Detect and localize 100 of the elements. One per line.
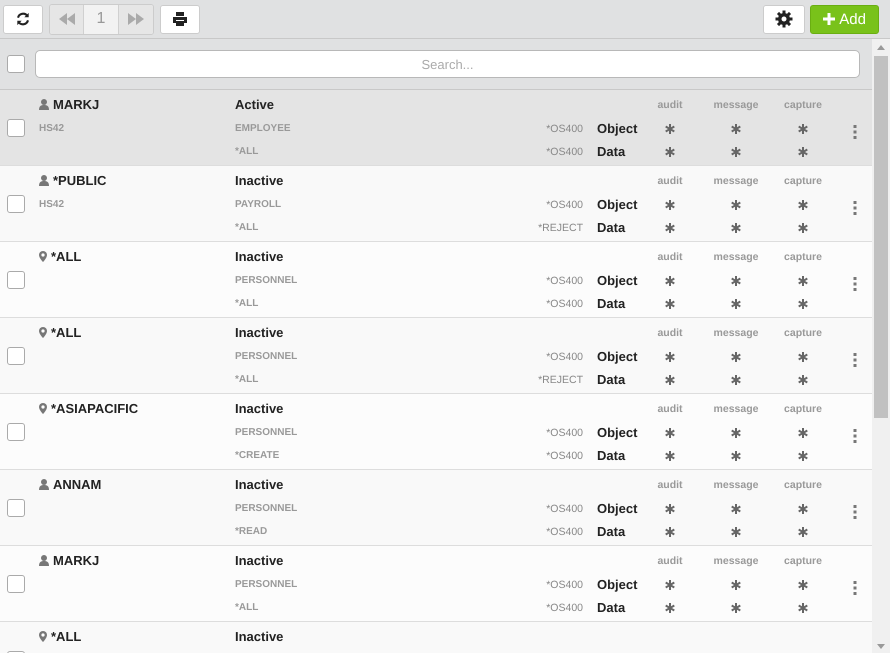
column-header: capture <box>784 326 822 338</box>
print-button[interactable] <box>160 4 200 34</box>
row-name: *ALL <box>51 628 82 644</box>
column-header: audit <box>657 402 683 414</box>
scrollbar-thumb[interactable] <box>874 56 888 418</box>
column-header: capture <box>784 250 822 262</box>
row-checkbox[interactable] <box>7 194 25 212</box>
row-checkbox[interactable] <box>7 270 25 288</box>
source-value: *OS400 <box>546 450 583 462</box>
asterisk-icon <box>731 374 741 384</box>
asterisk-icon <box>731 298 741 308</box>
asterisk-icon <box>665 352 675 362</box>
library-name: HS42 <box>39 199 66 210</box>
asterisk-icon <box>665 374 675 384</box>
source-value: *OS400 <box>546 502 583 514</box>
entry-type: Object <box>596 501 637 516</box>
list-row[interactable]: MARKJ HS42 Active EMPLOYEE *ALL audit message capture *OS400 Object *OS400 Data <box>0 90 872 166</box>
authority-value: *ALL <box>235 374 260 385</box>
source-value: *OS400 <box>546 602 583 614</box>
scroll-up-arrow-icon[interactable] <box>877 45 885 50</box>
scroll-down-arrow-icon[interactable] <box>877 644 885 649</box>
more-options-icon[interactable] <box>852 125 856 139</box>
refresh-button[interactable] <box>3 4 43 34</box>
source-value: *OS400 <box>546 350 583 362</box>
asterisk-icon <box>798 504 808 514</box>
row-checkbox[interactable] <box>7 422 25 440</box>
list-row[interactable]: *ASIAPACIFIC Inactive PERSONNEL *CREATE audit message capture *OS400 Object *OS400 Data <box>0 394 872 470</box>
column-header: capture <box>784 174 822 186</box>
row-name: *ALL <box>51 248 82 264</box>
entry-type: Data <box>596 524 626 539</box>
asterisk-icon <box>798 146 808 156</box>
authority-value: *CREATE <box>235 450 280 461</box>
object-name: PERSONNEL <box>235 275 298 286</box>
list-row[interactable]: *ALL Inactive <box>0 622 872 653</box>
entry-type: Object <box>596 577 637 592</box>
asterisk-icon <box>798 276 808 286</box>
map-pin-icon <box>39 403 47 414</box>
asterisk-icon <box>731 526 741 536</box>
column-header: message <box>714 174 758 186</box>
more-options-icon[interactable] <box>852 505 856 519</box>
status-label: Inactive <box>235 477 284 492</box>
scrollbar[interactable] <box>872 39 890 653</box>
entry-type: Object <box>596 273 637 288</box>
authority-value: *ALL <box>235 298 260 309</box>
column-header: audit <box>657 250 683 262</box>
source-value: *OS400 <box>546 146 583 158</box>
asterisk-icon <box>731 602 741 612</box>
asterisk-icon <box>665 428 675 438</box>
list-row[interactable]: MARKJ Inactive PERSONNEL *ALL audit message capture *OS400 Object *OS400 Data <box>0 546 872 622</box>
plus-icon <box>823 13 836 25</box>
list-row[interactable]: *PUBLIC HS42 Inactive PAYROLL *ALL audit message capture *OS400 Object *REJECT Data <box>0 166 872 242</box>
row-name: ANNAM <box>53 476 102 492</box>
double-left-arrow-icon <box>58 13 74 25</box>
select-all-checkbox[interactable] <box>7 55 25 73</box>
more-options-icon[interactable] <box>852 429 856 443</box>
asterisk-icon <box>665 276 675 286</box>
more-options-icon[interactable] <box>852 201 856 215</box>
asterisk-icon <box>798 222 808 232</box>
settings-button[interactable] <box>763 4 806 34</box>
more-options-icon[interactable] <box>852 353 856 367</box>
more-options-icon[interactable] <box>852 581 856 595</box>
map-pin-icon <box>39 251 47 262</box>
asterisk-icon <box>798 298 808 308</box>
search-field[interactable]: Search... <box>35 50 860 78</box>
list-row[interactable]: *ALL Inactive PERSONNEL *ALL audit message capture *OS400 Object *REJECT Data <box>0 318 872 394</box>
row-checkbox[interactable] <box>7 118 25 136</box>
row-checkbox[interactable] <box>7 574 25 592</box>
asterisk-icon <box>665 504 675 514</box>
entry-type: Object <box>596 425 637 440</box>
asterisk-icon <box>665 222 675 232</box>
asterisk-icon <box>798 428 808 438</box>
asterisk-icon <box>665 580 675 590</box>
list-row[interactable]: ANNAM Inactive PERSONNEL *READ audit message capture *OS400 Object *OS400 Data <box>0 470 872 546</box>
entry-type: Data <box>596 220 626 235</box>
source-value: *OS400 <box>546 578 583 590</box>
column-header: message <box>714 250 758 262</box>
entry-type: Data <box>596 296 626 311</box>
row-name: MARKJ <box>53 552 100 568</box>
source-value: *OS400 <box>546 298 583 310</box>
asterisk-icon <box>665 146 675 156</box>
asterisk-icon <box>731 276 741 286</box>
asterisk-icon <box>665 450 675 460</box>
asterisk-icon <box>798 602 808 612</box>
column-header: audit <box>657 554 683 566</box>
row-checkbox[interactable] <box>7 498 25 516</box>
column-header: message <box>714 98 758 110</box>
user-icon <box>39 555 49 566</box>
row-checkbox[interactable] <box>7 346 25 364</box>
row-name: *ALL <box>51 324 82 340</box>
more-options-icon[interactable] <box>852 277 856 291</box>
list-row[interactable]: *ALL Inactive PERSONNEL *ALL audit message capture *OS400 Object *OS400 Data <box>0 242 872 318</box>
refresh-icon <box>16 12 30 26</box>
status-label: Active <box>235 97 276 112</box>
asterisk-icon <box>731 146 741 156</box>
status-label: Inactive <box>235 249 284 264</box>
asterisk-icon <box>665 526 675 536</box>
source-value: *OS400 <box>546 526 583 538</box>
object-name: EMPLOYEE <box>235 123 292 134</box>
entry-type: Object <box>596 121 637 136</box>
column-header: capture <box>784 554 822 566</box>
